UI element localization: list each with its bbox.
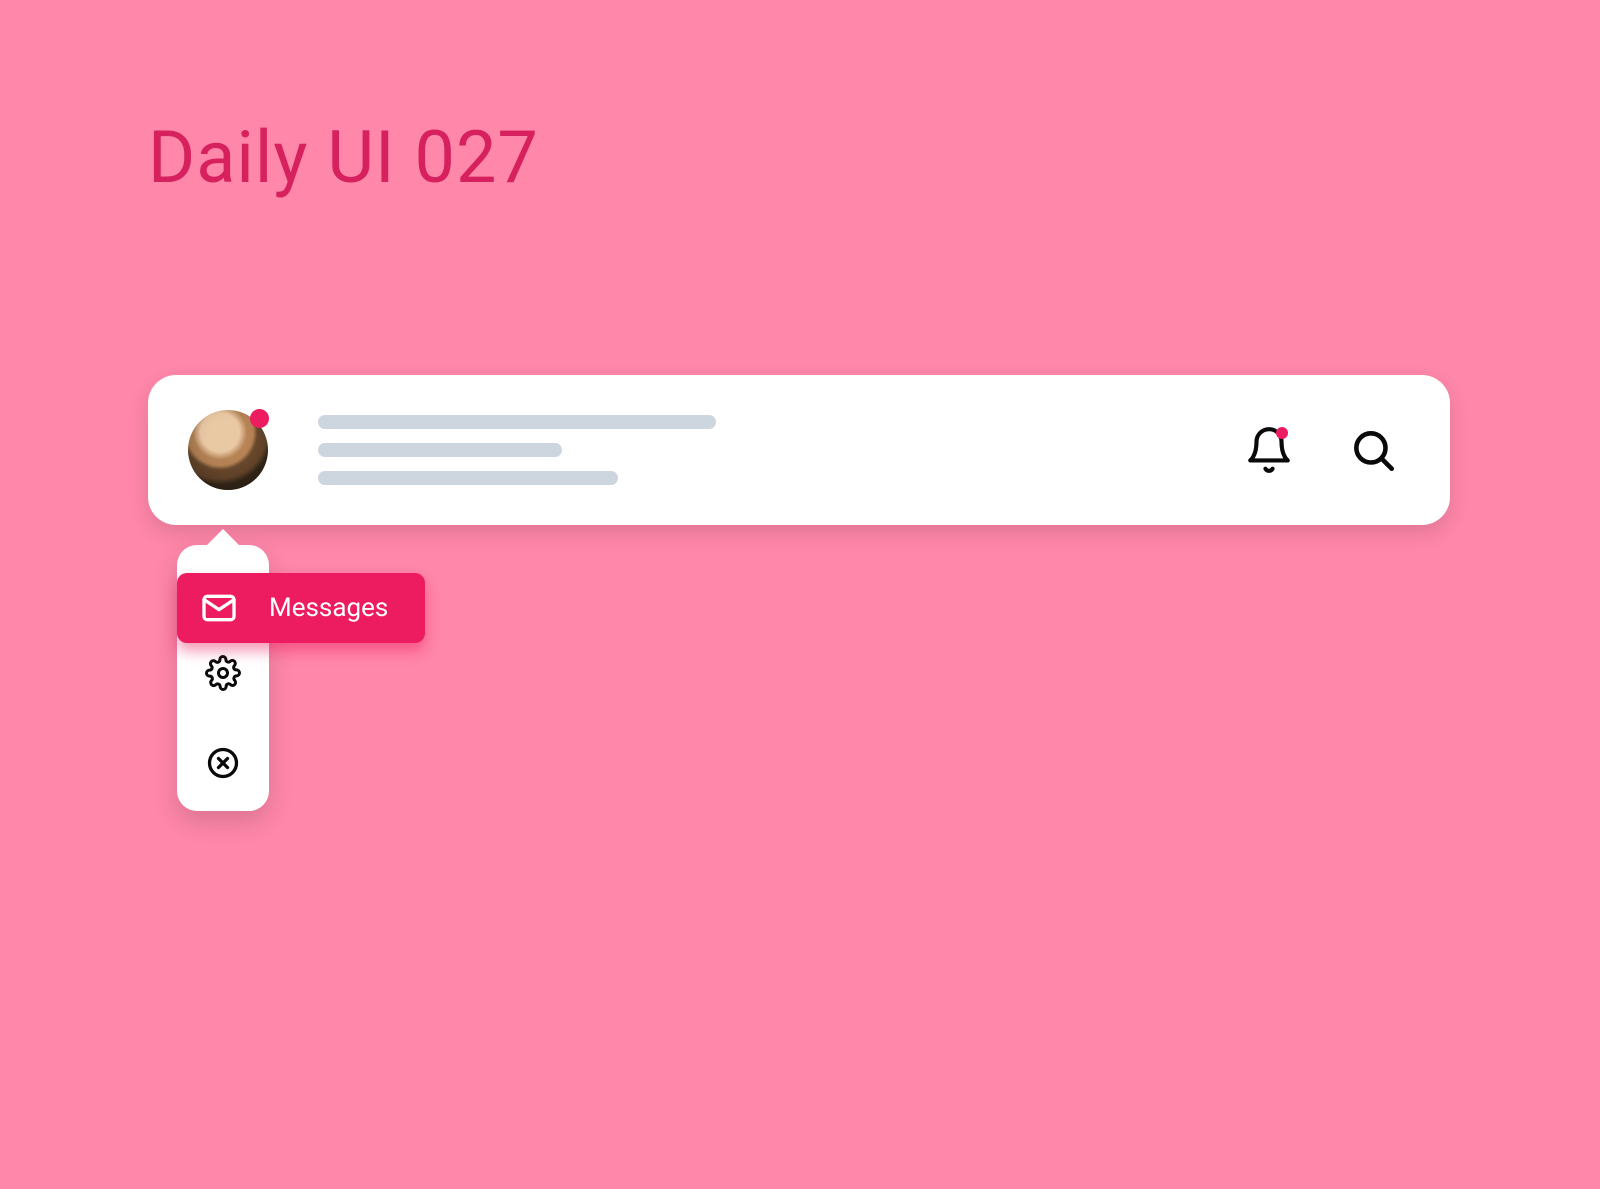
- placeholder-line: [318, 471, 618, 485]
- placeholder-text-block: [318, 415, 1192, 485]
- close-circle-icon: [205, 745, 241, 781]
- notification-badge-dot: [1276, 427, 1288, 439]
- dropdown-item-messages[interactable]: Messages: [177, 573, 425, 643]
- search-icon: [1348, 425, 1398, 475]
- notifications-button[interactable]: [1242, 423, 1296, 477]
- top-navbar: [148, 375, 1450, 525]
- avatar-status-dot: [250, 409, 269, 428]
- avatar-button[interactable]: [188, 410, 268, 490]
- placeholder-line: [318, 415, 716, 429]
- avatar-dropdown: Messages: [177, 545, 269, 811]
- mail-icon: [199, 588, 239, 628]
- dropdown-item-label: Messages: [269, 593, 388, 623]
- dropdown-item-settings[interactable]: [203, 653, 243, 693]
- placeholder-line: [318, 443, 562, 457]
- search-button[interactable]: [1346, 423, 1400, 477]
- dropdown-item-close[interactable]: [203, 743, 243, 783]
- topbar-actions: [1242, 423, 1410, 477]
- gear-icon: [205, 655, 241, 691]
- page-title: Daily UI 027: [148, 115, 539, 200]
